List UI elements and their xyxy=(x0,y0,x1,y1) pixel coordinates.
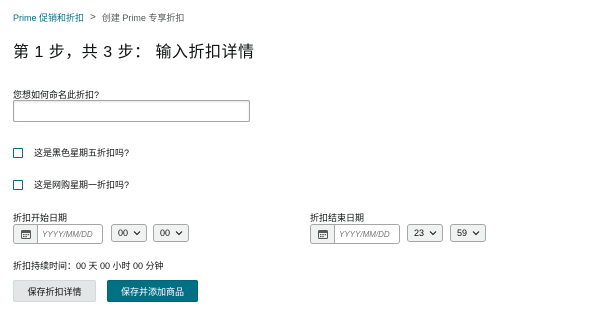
end-date-picker xyxy=(310,224,400,244)
chevron-down-icon xyxy=(429,229,437,237)
end-hour-value: 23 xyxy=(414,228,425,238)
cyber-monday-label: 这是网购星期一折扣吗? xyxy=(34,180,130,190)
end-minute-value: 59 xyxy=(457,228,468,238)
start-date-picker xyxy=(13,224,103,244)
start-date-calendar-button[interactable] xyxy=(13,224,37,244)
breadcrumb-current: 创建 Prime 专享折扣 xyxy=(101,13,185,23)
end-hour-select[interactable]: 23 xyxy=(407,224,443,242)
discount-name-input[interactable] xyxy=(13,100,250,122)
black-friday-checkbox[interactable] xyxy=(13,147,23,158)
cyber-monday-option: 这是网购星期一折扣吗? xyxy=(13,178,129,191)
breadcrumb-separator: > xyxy=(90,12,96,23)
end-date-calendar-button[interactable] xyxy=(310,224,334,244)
end-date-input[interactable] xyxy=(334,224,400,244)
start-date-label: 折扣开始日期 xyxy=(13,213,68,223)
save-discount-details-button[interactable]: 保存折扣详情 xyxy=(13,280,96,302)
start-hour-value: 00 xyxy=(118,228,129,238)
save-and-add-products-button[interactable]: 保存并添加商品 xyxy=(107,280,198,302)
cyber-monday-checkbox[interactable] xyxy=(13,179,23,190)
start-minute-select[interactable]: 00 xyxy=(153,224,189,242)
breadcrumb-link-prime-promotions[interactable]: Prime 促销和折扣 xyxy=(13,11,84,24)
page-title: 第 1 步，共 3 步： 输入折扣详情 xyxy=(13,44,255,61)
end-date-label: 折扣结束日期 xyxy=(310,213,365,223)
black-friday-option: 这是黑色星期五折扣吗? xyxy=(13,146,129,159)
black-friday-label: 这是黑色星期五折扣吗? xyxy=(34,148,130,158)
end-minute-select[interactable]: 59 xyxy=(450,224,486,242)
breadcrumb: Prime 促销和折扣 > 创建 Prime 专享折扣 xyxy=(13,11,184,24)
calendar-icon xyxy=(20,230,31,239)
start-hour-select[interactable]: 00 xyxy=(111,224,147,242)
chevron-down-icon xyxy=(133,229,141,237)
calendar-icon xyxy=(317,230,328,239)
discount-duration-text: 折扣持续时间：00 天 00 小时 00 分钟 xyxy=(13,261,164,271)
start-minute-value: 00 xyxy=(160,228,171,238)
chevron-down-icon xyxy=(472,229,480,237)
start-date-input[interactable] xyxy=(37,224,103,244)
chevron-down-icon xyxy=(175,229,183,237)
